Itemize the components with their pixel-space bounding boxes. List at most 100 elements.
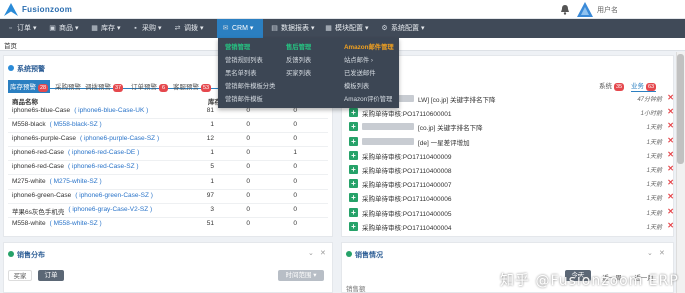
count-badge: 63 [646, 83, 657, 91]
time-range-button[interactable]: 时间范围 ▾ [278, 270, 324, 281]
stock-value: 97 [206, 191, 214, 199]
expand-plus-icon[interactable]: + [349, 193, 358, 203]
avatar[interactable] [577, 2, 593, 17]
sku-link[interactable]: ( M558-black-SZ ) [50, 121, 102, 128]
main-nav: ▫ 订单 ▾ ▣ 商品 ▾ ▦ 库存 ▾ ▪ 采购 ▾ ⇄ 调拨 ▾ ✉ CRM ▾ ▤ 数据… [0, 19, 685, 38]
menu-item-buyers[interactable]: 买家列表 [286, 68, 311, 77]
expand-plus-icon[interactable]: + [349, 122, 358, 132]
menu-item-sent-mail[interactable]: 已发送邮件 [344, 68, 375, 77]
message-item[interactable]: + 采购单待审核:PO17110400005 1天前 ✕ [346, 207, 678, 219]
store-icon: ▦ [91, 25, 98, 32]
expand-plus-icon[interactable]: + [349, 179, 358, 189]
message-time: 1天前 [646, 224, 662, 231]
tab-system-msg[interactable]: 系统 35 [599, 80, 625, 91]
delete-icon[interactable]: ✕ [667, 164, 674, 173]
sku-link[interactable]: ( iphone6-green-Case-SZ ) [75, 192, 153, 199]
menu-item-marketing-rules[interactable]: 营销规则列表 [225, 55, 263, 64]
delete-icon[interactable]: ✕ [667, 93, 674, 102]
menu-item-feedback[interactable]: 反馈列表 [286, 55, 311, 64]
row-divider [8, 132, 328, 134]
message-item[interactable]: + 采购单待审核:PO17110400009 1天前 ✕ [346, 150, 678, 162]
tab-order[interactable]: 订单 [38, 270, 64, 281]
delete-icon[interactable]: ✕ [667, 178, 674, 187]
close-icon[interactable]: ✕ [320, 249, 326, 257]
delete-icon[interactable]: ✕ [667, 136, 674, 145]
nav-modules[interactable]: ▦ 模块配置 ▾ [320, 19, 372, 38]
delete-icon[interactable]: ✕ [667, 207, 674, 216]
tab-buyer[interactable]: 买家 [8, 270, 32, 281]
nav-crm[interactable]: ✉ CRM ▾ [217, 19, 263, 38]
tab-label: 客服预警 [173, 84, 199, 91]
tab-purchase-warning[interactable]: 采购预警 [55, 81, 81, 91]
menu-item-template-category[interactable]: 营销邮件模板分类 [225, 81, 275, 90]
expand-plus-icon[interactable]: + [349, 165, 358, 174]
menu-item-blacklist[interactable]: 黑名单列表 [225, 68, 256, 77]
delete-icon[interactable]: ✕ [667, 107, 674, 116]
menu-item-template[interactable]: 营销邮件模板 [225, 94, 263, 103]
sku-link[interactable]: ( iphone6-red-Case-SZ ) [68, 163, 138, 170]
message-item[interactable]: + [de] 一星差评增加 1天前 ✕ [346, 136, 678, 148]
chevron-down-icon[interactable]: ⌄ [647, 249, 653, 257]
row-divider [8, 160, 328, 162]
nav-products[interactable]: ▣ 商品 ▾ [44, 19, 82, 38]
menu-head-amazon-mail[interactable]: Amazon邮件管理 [344, 42, 394, 51]
grid-icon: ▦ [325, 25, 332, 32]
message-time: 1天前 [646, 182, 662, 189]
sku-link[interactable]: ( M558-white-SZ ) [50, 220, 102, 227]
message-text: [co.jp] 关键字排名下降 [418, 125, 483, 133]
close-icon[interactable]: ✕ [659, 249, 665, 257]
chevron-down-icon[interactable]: ⌄ [308, 249, 314, 257]
sku-link[interactable]: ( iphone6-red-Case-DE ) [68, 149, 139, 156]
menu-head-marketing[interactable]: 营销管理 [225, 42, 250, 51]
message-item[interactable]: + [co.jp] 关键字排名下降 1天前 ✕ [346, 121, 678, 133]
delete-icon[interactable]: ✕ [667, 150, 674, 159]
expand-plus-icon[interactable]: + [349, 150, 358, 160]
nav-inventory[interactable]: ▦ 库存 ▾ [86, 19, 124, 38]
sku-link[interactable]: ( iphone6-blue-Case-UK ) [74, 107, 148, 114]
nav-reports[interactable]: ▤ 数据报表 ▾ [266, 19, 318, 38]
menu-head-aftersale[interactable]: 售后管理 [286, 42, 311, 51]
menu-item-amazon-reviews[interactable]: Amazon评价管理 [344, 94, 392, 103]
delete-icon[interactable]: ✕ [667, 221, 674, 230]
menu-item-templates[interactable]: 模板列表 [344, 81, 369, 90]
stock-value: 12 [206, 135, 214, 143]
sku-link[interactable]: ( iphone6-purple-Case-SZ ) [80, 135, 159, 142]
row-divider [8, 216, 328, 218]
nav-transfer[interactable]: ⇄ 调拨 ▾ [169, 19, 207, 38]
message-item[interactable]: + 采购单待审核:PO17110400006 1天前 ✕ [346, 192, 678, 204]
expand-plus-icon[interactable]: + [349, 207, 358, 217]
nav-purchase[interactable]: ▪ 采购 ▾ [127, 19, 165, 38]
tab-stock-warning[interactable]: 库存预警 28 [8, 80, 51, 93]
nav-orders[interactable]: ▫ 订单 ▾ [2, 19, 40, 38]
stock-value-3: 0 [293, 219, 297, 227]
user-name[interactable]: 用户名 [597, 5, 618, 15]
sku-link[interactable]: ( M275-white-SZ ) [50, 178, 102, 185]
tab-transfer-warning[interactable]: 调拨预警 37 [85, 81, 124, 92]
message-time: 1天前 [646, 196, 662, 203]
message-item[interactable]: + 采购单待审核:PO17110400008 1天前 ✕ [346, 164, 678, 176]
expand-plus-icon[interactable]: + [349, 221, 358, 231]
box-icon: ▣ [49, 25, 56, 32]
stock-value-3: 0 [293, 107, 297, 114]
stock-value-3: 0 [293, 191, 297, 199]
expand-plus-icon[interactable]: + [349, 136, 358, 146]
message-text: 采购单待审核:PO17110400008 [362, 168, 452, 175]
scrollbar-thumb[interactable] [677, 54, 684, 164]
tab-home[interactable]: 首页 [4, 40, 17, 50]
tab-service-warning[interactable]: 客服预警 53 [173, 81, 212, 92]
tab-business-msg[interactable]: 业务 63 [631, 80, 657, 92]
message-item[interactable]: + 采购单待审核:PO17110400007 1天前 ✕ [346, 178, 678, 190]
message-item[interactable]: + 采购单待审核:PO17110400004 1天前 ✕ [346, 221, 678, 233]
app-logo[interactable] [4, 3, 18, 16]
delete-icon[interactable]: ✕ [667, 121, 674, 130]
product-name: iphone6s-blue-Case [12, 107, 71, 114]
tab-order-warning[interactable]: 订单预警 6 [131, 81, 168, 92]
nav-settings[interactable]: ⚙ 系统配置 ▾ [376, 19, 428, 38]
sku-link[interactable]: ( iphone6-gray-Case-V2-SZ ) [68, 206, 152, 213]
menu-item-site-mail[interactable]: 站点邮件 › [344, 55, 373, 64]
gear-icon: ⚙ [381, 25, 388, 32]
bell-icon[interactable] [560, 4, 570, 15]
message-item[interactable]: + 采购单待审核:PO17110600001 1小时前 ✕ [346, 107, 678, 119]
delete-icon[interactable]: ✕ [667, 192, 674, 201]
expand-plus-icon[interactable]: + [349, 108, 358, 118]
